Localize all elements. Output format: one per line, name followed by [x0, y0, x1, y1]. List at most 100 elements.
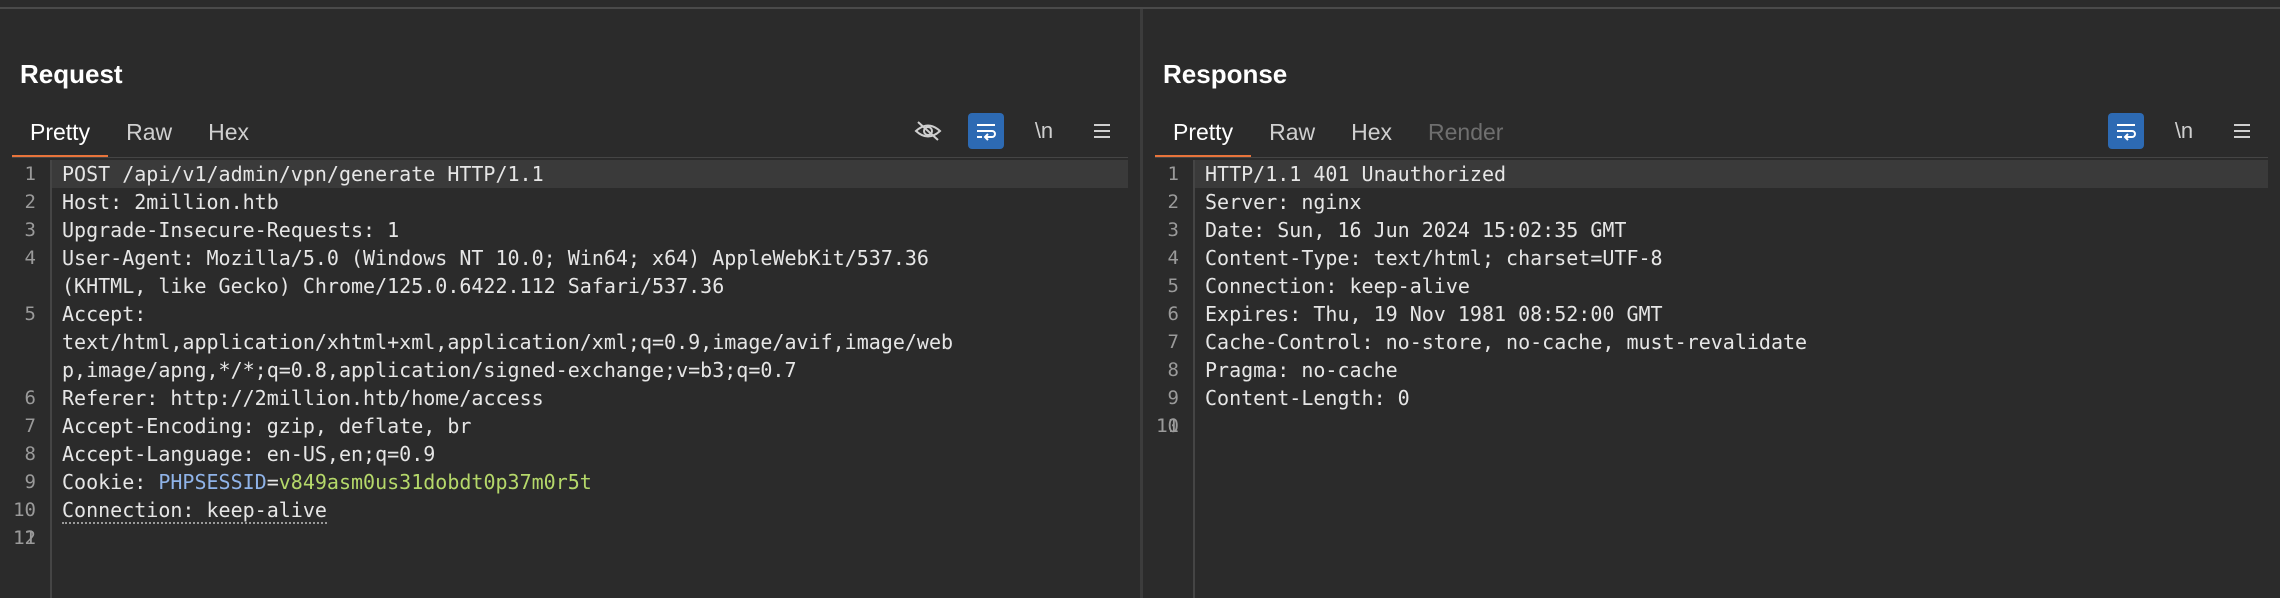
line-number: 6 — [1167, 303, 1179, 325]
header-name: Cache-Control — [1205, 330, 1362, 354]
response-code[interactable]: 1 HTTP/1.1 401 Unauthorized 2 Server: nginx… — [1156, 160, 2268, 598]
line-text: POST /api/v1/admin/vpn/generate HTTP/1.1 — [62, 162, 544, 186]
header-field: Content-Type: text/html; charset=UTF-8 — [1205, 246, 1663, 270]
line-number: 2 — [1167, 191, 1179, 213]
tab-pretty[interactable]: Pretty — [1155, 109, 1252, 158]
header-name: Cookie — [62, 470, 135, 494]
header-name: Content-Type — [1205, 246, 1350, 270]
header-separator: : — [134, 470, 159, 494]
header-field: Connection: keep-alive — [62, 498, 327, 524]
header-separator: : — [1373, 386, 1398, 410]
line-text: p,image/apng,*/*;q=0.8,application/signe… — [62, 358, 797, 382]
header-value: 2million.htb — [134, 190, 279, 214]
tab-render[interactable]: Render — [1410, 109, 1521, 155]
tab-hex[interactable]: Hex — [1333, 109, 1410, 155]
code-line[interactable]: 5 Accept: — [25, 300, 1128, 328]
response-toolbar: \n — [2108, 113, 2260, 149]
line-number: 3 — [1167, 219, 1179, 241]
header-value: text/html; charset=UTF-8 — [1373, 246, 1663, 270]
request-editor[interactable]: 1 POST /api/v1/admin/vpn/generate HTTP/1.… — [0, 160, 1140, 598]
header-separator: : — [1277, 358, 1302, 382]
code-line[interactable]: 7 Accept-Encoding: gzip, deflate, br — [25, 412, 1128, 440]
response-title: Response — [1163, 59, 1288, 89]
code-line[interactable]: 10 Connection: keep-alive — [13, 496, 1128, 524]
tab-hex[interactable]: Hex — [190, 109, 267, 155]
tab-raw[interactable]: Raw — [1251, 109, 1333, 155]
header-separator: : — [1253, 218, 1278, 242]
header-name: Content-Length — [1205, 386, 1374, 410]
code-line[interactable]: 1 HTTP/1.1 401 Unauthorized — [1168, 160, 2268, 188]
header-separator: : — [1277, 190, 1302, 214]
code-line[interactable]: text/html,application/xhtml+xml,applicat… — [52, 328, 1128, 356]
line-text: (KHTML, like Gecko) Chrome/125.0.6422.11… — [62, 274, 725, 298]
response-editor[interactable]: 1 HTTP/1.1 401 Unauthorized 2 Server: nginx… — [1143, 160, 2280, 598]
header-value: nginx — [1301, 190, 1362, 214]
request-toolbar: \n — [910, 113, 1120, 149]
line-number: 6 — [24, 387, 36, 409]
request-pane: Request Pretty Raw Hex \n 1 POST /api/v1/ad… — [0, 9, 1140, 598]
code-line[interactable]: (KHTML, like Gecko) Chrome/125.0.6422.11… — [52, 272, 1128, 300]
line-number: 8 — [24, 443, 36, 465]
header-value: 1 — [387, 218, 400, 242]
line-text: HTTP/1.1 401 Unauthorized — [1205, 162, 1507, 186]
header-value: Mozilla/5.0 (Windows NT 10.0; Win64; x64… — [206, 246, 929, 270]
code-line[interactable]: 1 POST /api/v1/admin/vpn/generate HTTP/1.… — [25, 160, 1128, 188]
line-number: 11 — [1156, 415, 1179, 437]
show-newlines-icon[interactable]: \n — [2166, 113, 2202, 149]
cookie-name: PHPSESSID — [158, 470, 267, 494]
code-line[interactable]: 6 Referer: http://2million.htb/home/acces… — [25, 384, 1128, 412]
code-line[interactable]: p,image/apng,*/*;q=0.8,application/signe… — [52, 356, 1128, 384]
show-newlines-icon[interactable]: \n — [1026, 113, 1062, 149]
code-line[interactable]: 8 Accept-Language: en-US,en;q=0.9 — [25, 440, 1128, 468]
line-number: 12 — [13, 527, 36, 549]
tab-raw[interactable]: Raw — [108, 109, 190, 155]
code-line[interactable]: 2 Server: nginx — [1168, 188, 2268, 216]
code-line[interactable]: 9 Content-Length: 0 — [1168, 384, 2268, 412]
word-wrap-icon[interactable] — [968, 113, 1004, 149]
menu-icon[interactable] — [2224, 113, 2260, 149]
header-name: Accept — [62, 302, 135, 326]
code-line[interactable]: 8 Pragma: no-cache — [1168, 356, 2268, 384]
word-wrap-icon[interactable] — [2108, 113, 2144, 149]
header-name: Accept-Encoding — [62, 414, 243, 438]
hide-nonprintable-icon[interactable] — [910, 113, 946, 149]
header-field: Upgrade-Insecure-Requests: 1 — [62, 218, 399, 242]
header-value: keep-alive — [206, 498, 327, 522]
code-line[interactable]: 6 Expires: Thu, 19 Nov 1981 08:52:00 GMT — [1168, 300, 2268, 328]
code-line[interactable]: 7 Cache-Control: no-store, no-cache, must… — [1168, 328, 2268, 356]
code-line[interactable]: 3 Date: Sun, 16 Jun 2024 15:02:35 GMT — [1168, 216, 2268, 244]
code-line[interactable]: 2 Host: 2million.htb — [25, 188, 1128, 216]
menu-icon[interactable] — [1084, 113, 1120, 149]
header-field: Accept-Language: en-US,en;q=0.9 — [62, 442, 435, 466]
header-field: Server: nginx — [1205, 190, 1362, 214]
header-separator: : — [110, 190, 135, 214]
header-value: keep-alive — [1349, 274, 1470, 298]
code-line[interactable]: 4 User-Agent: Mozilla/5.0 (Windows NT 10.… — [25, 244, 1128, 272]
line-text: text/html,application/xhtml+xml,applicat… — [62, 330, 954, 354]
code-line[interactable]: 5 Connection: keep-alive — [1168, 272, 2268, 300]
request-tabs-divider — [12, 157, 1128, 158]
header-separator: : — [1325, 274, 1350, 298]
line-number: 1 — [1167, 163, 1179, 185]
header-name: Referer — [62, 386, 147, 410]
cookie-value: v849asm0us31dobdt0p37m0r5t — [278, 470, 592, 494]
code-line[interactable]: 9 Cookie: PHPSESSID=v849asm0us31dobdt0p37… — [25, 468, 1128, 496]
header-field: Expires: Thu, 19 Nov 1981 08:52:00 GMT — [1205, 302, 1663, 326]
header-name: Expires — [1205, 302, 1290, 326]
code-line[interactable]: 4 Content-Type: text/html; charset=UTF-8 — [1168, 244, 2268, 272]
line-number: 2 — [24, 191, 36, 213]
header-separator: : — [1289, 302, 1314, 326]
header-name: User-Agent — [62, 246, 183, 270]
code-line[interactable]: 3 Upgrade-Insecure-Requests: 1 — [25, 216, 1128, 244]
header-separator: : — [363, 218, 388, 242]
request-code[interactable]: 1 POST /api/v1/admin/vpn/generate HTTP/1.… — [13, 160, 1128, 598]
header-name: Upgrade-Insecure-Requests — [62, 218, 364, 242]
header-field: Content-Length: 0 — [1205, 386, 1410, 410]
line-number: 9 — [1167, 387, 1179, 409]
header-value: 0 — [1397, 386, 1410, 410]
header-name: Server — [1205, 190, 1278, 214]
header-separator: : — [242, 442, 267, 466]
tab-pretty[interactable]: Pretty — [12, 109, 109, 158]
line-number: 9 — [24, 471, 36, 493]
header-name: Accept-Language — [62, 442, 243, 466]
